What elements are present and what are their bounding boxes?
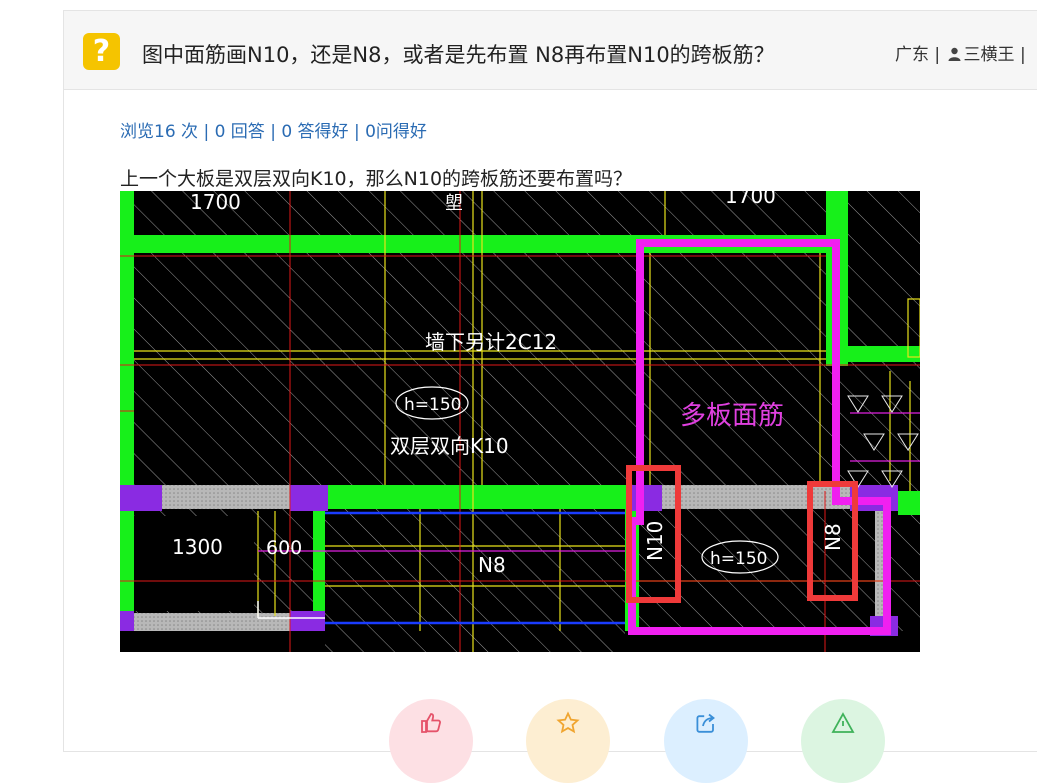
question-title[interactable]: 图中面筋画N10，还是N8，或者是先布置 N8再布置N10的跨板筋？ (142, 39, 775, 69)
label-dim-1300: 1300 (172, 535, 223, 559)
label-wall-note: 墙下另计2C12 (425, 330, 557, 354)
label-h150-top: h=150 (404, 395, 461, 415)
label-multi-slab: 多板面筋 (680, 401, 784, 431)
label-h150-bottom: h=150 (710, 549, 767, 569)
share-button[interactable] (664, 699, 748, 783)
label-dim-1700-right: 1700 (725, 191, 776, 208)
question-header: ? 图中面筋画N10，还是N8，或者是先布置 N8再布置N10的跨板筋？ 广东 … (64, 11, 1037, 90)
favorite-button[interactable] (526, 699, 610, 783)
label-dim-1700-left: 1700 (190, 191, 241, 214)
meta-separator-2: | (1019, 45, 1026, 65)
author-link[interactable]: 三横王 (964, 45, 1015, 65)
share-icon (696, 713, 715, 733)
question-card: ? 图中面筋画N10，还是N8，或者是先布置 N8再布置N10的跨板筋？ 广东 … (63, 10, 1037, 783)
question-meta: 广东 | 三横王 | (895, 40, 1026, 65)
person-icon (948, 47, 961, 61)
location-link[interactable]: 广东 (895, 45, 929, 65)
thumbs-up-icon (421, 713, 441, 733)
label-double-k10: 双层双向K10 (390, 434, 509, 458)
question-stats: 浏览16 次 | 0 回答 | 0 答得好 | 0问得好 (120, 122, 427, 142)
label-cut-top: 塱 (445, 193, 463, 214)
label-n8-right: N8 (821, 523, 845, 551)
report-button[interactable] (801, 699, 885, 783)
question-mark-icon: ? (83, 33, 120, 70)
star-icon (556, 711, 580, 734)
action-bar (389, 699, 889, 783)
label-n10: N10 (643, 521, 667, 561)
warning-icon (831, 712, 855, 733)
meta-separator: | (934, 45, 941, 65)
like-button[interactable] (389, 699, 473, 783)
cad-drawing-image[interactable]: 1700 1700 塱 墙下另计2C12 h=150 双层双向K10 1300 … (120, 191, 920, 652)
label-n8-mid: N8 (478, 553, 506, 577)
label-dim-600: 600 (266, 537, 302, 559)
question-description: 上一个大板是双层双向K10，那么N10的跨板筋还要布置吗？ (120, 168, 633, 190)
cad-drawing: 1700 1700 塱 墙下另计2C12 h=150 双层双向K10 1300 … (120, 191, 920, 652)
